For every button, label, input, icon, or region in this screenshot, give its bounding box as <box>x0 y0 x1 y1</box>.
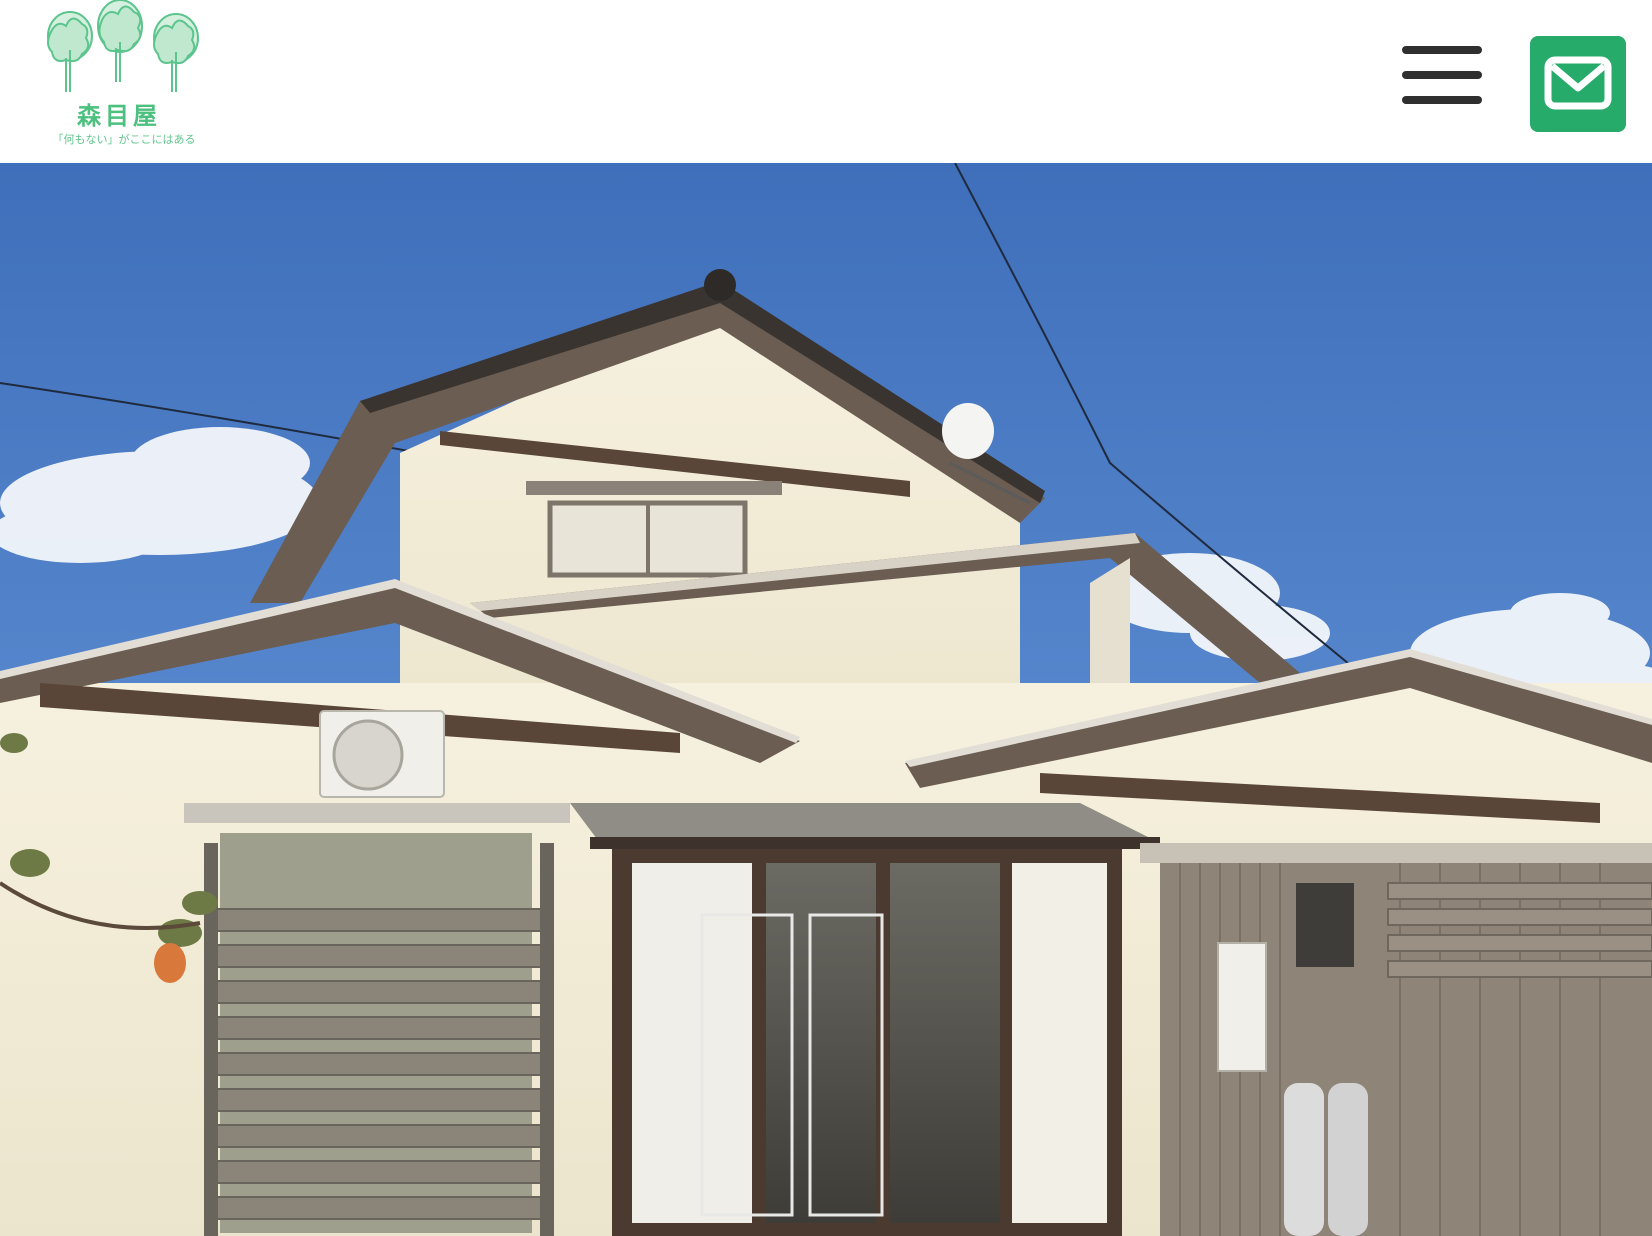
hamburger-menu-icon[interactable] <box>1398 42 1484 112</box>
logo-name: 森目屋 <box>77 102 161 130</box>
envelope-icon <box>1544 56 1612 110</box>
menu-bar <box>1402 71 1482 79</box>
site-header: 森目屋 「何もない」がここにはある <box>0 0 1652 163</box>
logo-tagline: 「何もない」がここにはある <box>52 133 196 146</box>
site-logo[interactable]: 森目屋 「何もない」がここにはある <box>36 0 212 150</box>
trees-logo-icon <box>47 0 199 92</box>
menu-bar <box>1402 96 1482 104</box>
contact-mail-button[interactable] <box>1530 36 1626 132</box>
menu-bar <box>1402 46 1482 54</box>
house-photo <box>0 163 1652 1236</box>
page: 森目屋 「何もない」がここにはある <box>0 0 1652 1236</box>
hero-image <box>0 163 1652 1236</box>
